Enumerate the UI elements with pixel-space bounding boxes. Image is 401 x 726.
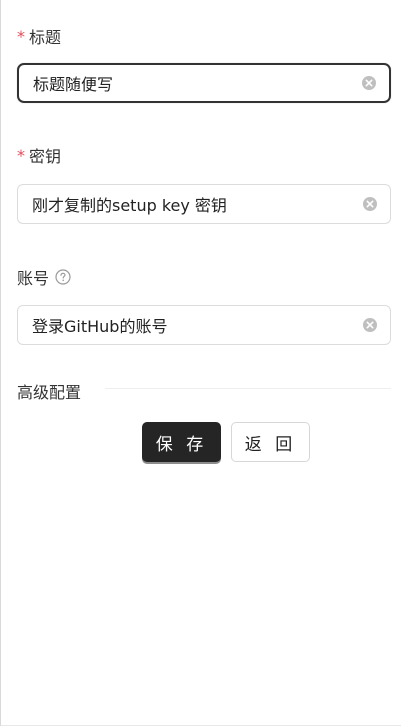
account-label-text: 账号 [17, 269, 50, 288]
secret-label-text: 密钥 [29, 147, 62, 166]
required-mark: * [17, 145, 25, 165]
title-input-value[interactable]: 标题随便写 [33, 71, 361, 95]
required-mark: * [17, 26, 25, 46]
section-divider [105, 388, 391, 389]
title-label-text: 标题 [29, 28, 62, 47]
account-input[interactable]: 登录GitHub的账号 [17, 305, 391, 345]
help-icon[interactable] [55, 269, 71, 285]
account-field-label: 账号 [17, 265, 71, 289]
account-input-value[interactable]: 登录GitHub的账号 [32, 313, 362, 337]
secret-field-label: * 密钥 [17, 143, 61, 167]
title-field-label: * 标题 [17, 24, 61, 48]
clear-icon[interactable] [362, 196, 378, 212]
clear-icon[interactable] [362, 317, 378, 333]
back-button[interactable]: 返 回 [231, 422, 310, 462]
secret-input[interactable]: 刚才复制的setup key 密钥 [17, 184, 391, 224]
save-button[interactable]: 保 存 [142, 422, 221, 462]
secret-input-value[interactable]: 刚才复制的setup key 密钥 [32, 192, 362, 216]
title-input[interactable]: 标题随便写 [17, 63, 391, 103]
advanced-config-toggle[interactable]: 高级配置 [17, 379, 81, 403]
form-page: * 标题 标题随便写 * 密钥 刚才复制的setup key 密钥 账号 登录G… [0, 0, 401, 726]
clear-icon[interactable] [361, 75, 377, 91]
